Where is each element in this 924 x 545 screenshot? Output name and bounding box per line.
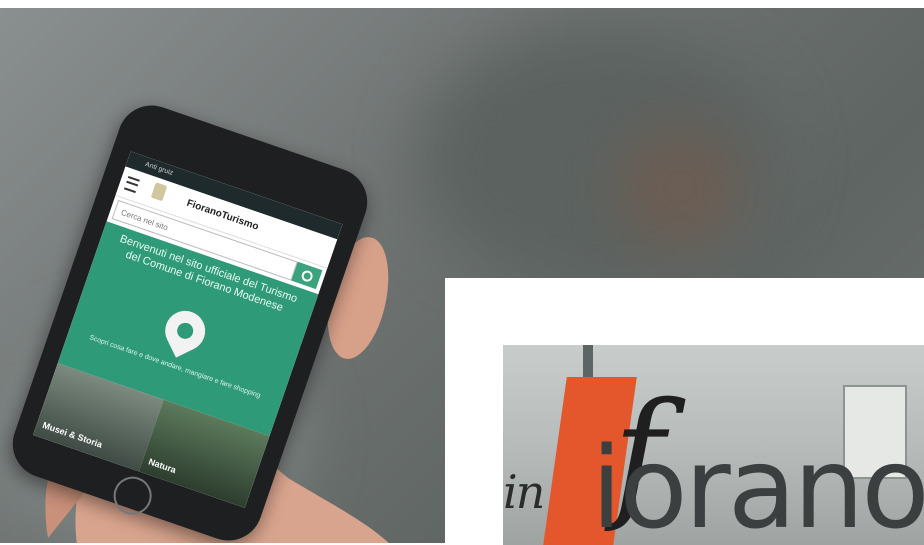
photo-fiorano-sign: in f iorano — [503, 345, 924, 545]
search-button[interactable] — [291, 261, 323, 290]
coat-of-arms-icon — [150, 182, 168, 202]
hamburger-menu-icon[interactable] — [123, 175, 140, 194]
background-blur-2 — [620, 128, 740, 248]
search-icon — [300, 269, 315, 284]
logo-text: iorano — [591, 424, 924, 545]
scene: Anti gruiz FioranoTurismo Cerca nel sito… — [0, 0, 924, 545]
tile-label: Musei & Storia — [41, 419, 104, 450]
script-text: in — [503, 465, 545, 519]
tile-label: Natura — [147, 456, 178, 476]
map-pin-icon[interactable] — [158, 304, 212, 358]
